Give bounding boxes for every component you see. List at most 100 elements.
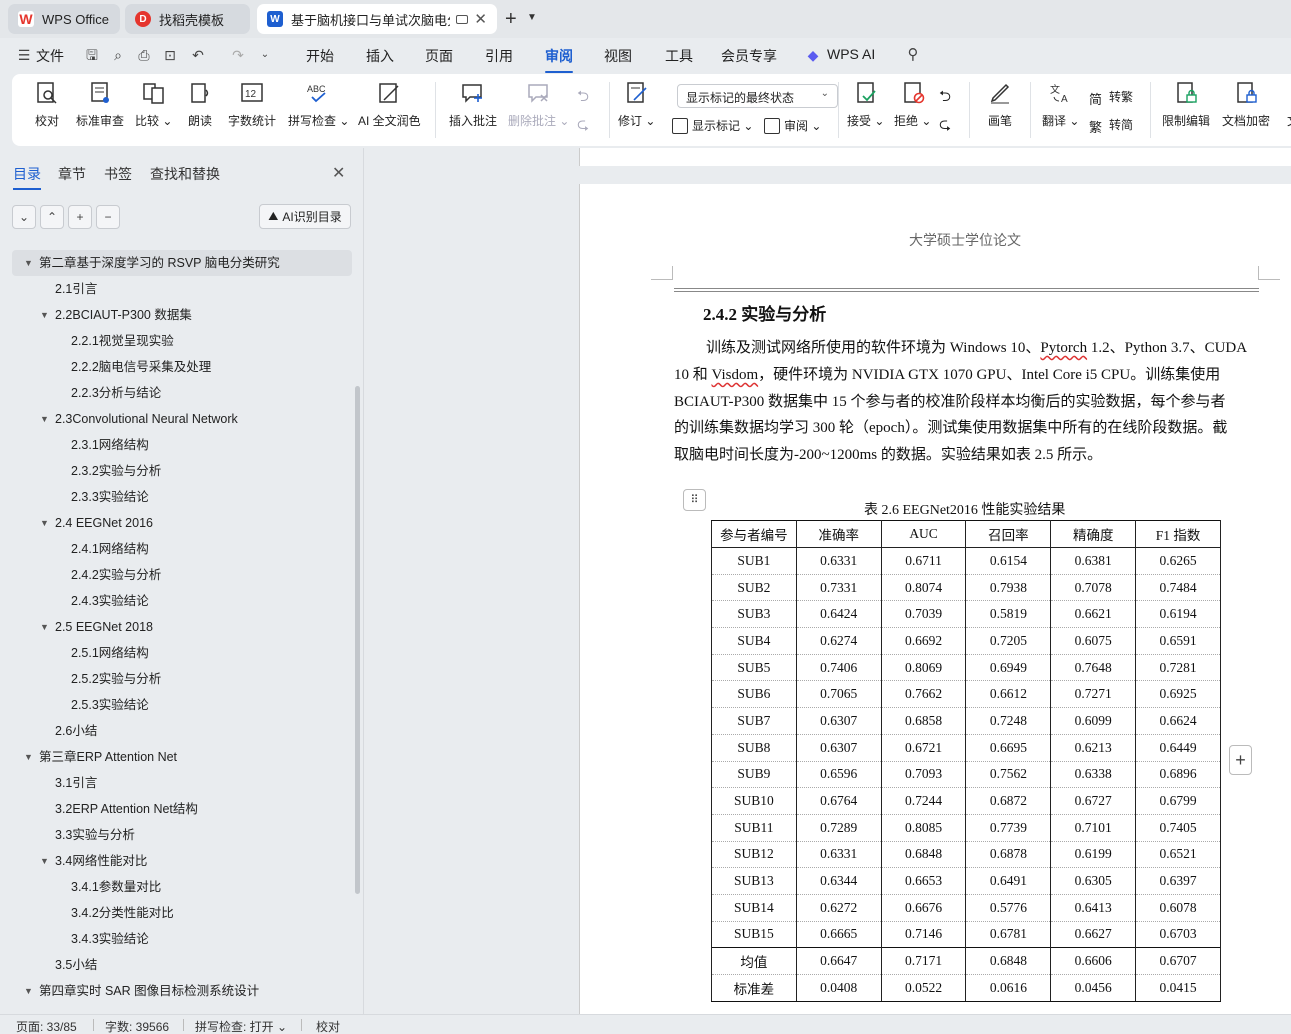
panel-scrollbar[interactable] [355,386,360,894]
ai-toc-button[interactable]: ⛰ AI识别目录 [259,204,351,229]
menu-wps-ai[interactable]: WPS AI [827,46,875,62]
toc-item[interactable]: 2.4.2实验与分析 [0,562,352,588]
tab-wps-office[interactable]: W WPS Office [8,4,120,34]
prev-change-icon[interactable]: ⮌ [939,86,951,111]
proof-status[interactable]: 校对 [316,1018,340,1034]
toc-item[interactable]: 3.4.1参数量对比 [0,874,352,900]
toc-item[interactable]: 2.3.3实验结论 [0,484,352,510]
toc-item[interactable]: 3.3实验与分析 [0,822,352,848]
toc-item[interactable]: 2.6小结 [0,718,352,744]
undo-icon[interactable]: ↶ [190,47,206,63]
format-painter-icon[interactable]: ⌕ [110,47,126,63]
prev-comment-icon[interactable]: ⮌ [577,86,589,111]
remove-heading-button[interactable]: − [96,205,120,229]
panel-tab-chapters[interactable]: 章节 [58,164,86,184]
standard-review-button[interactable]: 标准审查 [76,80,124,129]
translate-button[interactable]: 文A 翻译 ⌄ [1042,80,1079,129]
toc-item[interactable]: 2.2.2脑电信号采集及处理 [0,354,352,380]
read-aloud-button[interactable]: 朗读 [187,80,213,129]
toc-item[interactable]: 3.2ERP Attention Net结构 [0,796,352,822]
close-panel-icon[interactable]: ✕ [332,163,345,183]
expand-triangle-icon[interactable]: ▼ [24,744,33,770]
new-tab-icon[interactable]: + [505,8,517,31]
more-chevron-icon[interactable]: ⌄ [257,47,273,63]
collapse-up-button[interactable]: ⌃ [40,205,64,229]
menu-membership[interactable]: 会员专享 [721,46,777,66]
toc-item[interactable]: ▼ 2.4 EEGNet 2016 [0,510,352,536]
proofread-button[interactable]: 校对 [34,80,60,129]
to-simplified-button[interactable]: 繁 转简 [1089,116,1133,135]
search-icon[interactable]: ⚲ [905,47,921,63]
toc-item[interactable]: 2.5.1网络结构 [0,640,352,666]
word-count-button[interactable]: 12 字数统计 [228,80,276,129]
expand-triangle-icon[interactable]: ▼ [40,614,49,640]
toc-item[interactable]: 3.4.2分类性能对比 [0,900,352,926]
accept-button[interactable]: 接受 ⌄ [847,80,884,129]
tab-document[interactable]: W 基于脑机接口与单试次脑电分 ✕ [257,4,497,34]
review-pane-button[interactable]: 审阅 ⌄ [764,117,821,134]
word-count-status[interactable]: 字数: 39566 [105,1018,169,1034]
menu-reference[interactable]: 引用 [485,46,513,66]
menu-page[interactable]: 页面 [425,46,453,66]
toc-item[interactable]: 3.1引言 [0,770,352,796]
hamburger-icon[interactable]: ☰ [16,47,32,63]
toc-item[interactable]: 2.5.2实验与分析 [0,666,352,692]
toc-item[interactable]: ▼ 第四章实时 SAR 图像目标检测系统设计 [0,978,352,1004]
add-heading-button[interactable]: + [68,205,92,229]
panel-tab-bookmarks[interactable]: 书签 [104,164,132,184]
insert-comment-button[interactable]: 插入批注 [449,80,497,129]
menu-file[interactable]: 文件 [36,46,64,66]
expand-triangle-icon[interactable]: ▼ [24,978,33,1004]
panel-tab-toc[interactable]: 目录 [13,164,41,190]
save-icon[interactable]: 🖫 [84,47,100,63]
expand-triangle-icon[interactable]: ▼ [40,510,49,536]
menu-view[interactable]: 视图 [604,46,632,66]
print-icon[interactable]: ⎙ [136,47,152,63]
toc-item[interactable]: ▼ 2.5 EEGNet 2018 [0,614,352,640]
toc-item[interactable]: 2.1引言 [0,276,352,302]
toc-item[interactable]: 3.5小结 [0,952,352,978]
toc-item[interactable]: ▼ 第三章ERP Attention Net [0,744,352,770]
menu-insert[interactable]: 插入 [366,46,394,66]
tab-docer-templates[interactable]: D 找稻壳模板 [125,4,250,34]
close-tab-icon[interactable]: ✕ [474,10,487,28]
monitor-icon[interactable] [456,14,469,24]
expand-triangle-icon[interactable]: ▼ [40,302,49,328]
toc-item[interactable]: 2.2.1视觉呈现实验 [0,328,352,354]
expand-triangle-icon[interactable]: ▼ [40,848,49,874]
more-ribbon-button[interactable]: 文 [1280,80,1291,129]
expand-triangle-icon[interactable]: ▼ [40,406,49,432]
track-changes-button[interactable]: 修订 ⌄ [618,80,655,129]
toc-item[interactable]: 2.2.3分析与结论 [0,380,352,406]
toc-item[interactable]: 2.4.1网络结构 [0,536,352,562]
toc-item[interactable]: 2.3.2实验与分析 [0,458,352,484]
toc-item[interactable]: 2.3.1网络结构 [0,432,352,458]
table-move-handle[interactable]: ⠿ [683,489,706,511]
page-indicator[interactable]: 页面: 33/85 [16,1018,77,1034]
menu-review[interactable]: 审阅 [545,46,573,73]
expand-down-button[interactable]: ⌄ [12,205,36,229]
print-preview-icon[interactable]: ⊡ [162,47,178,63]
compare-button[interactable]: 比较 ⌄ [135,80,172,129]
toc-item[interactable]: ▼ 2.3Convolutional Neural Network [0,406,352,432]
restrict-editing-button[interactable]: 限制编辑 [1162,80,1210,129]
doc-encrypt-button[interactable]: 文档加密 [1222,80,1270,129]
show-markup-button[interactable]: 显示标记 ⌄ [672,117,753,134]
panel-tab-find-replace[interactable]: 查找和替换 [150,164,220,184]
menu-tools[interactable]: 工具 [665,46,693,66]
to-traditional-button[interactable]: 简 转繁 [1089,88,1133,107]
menu-start[interactable]: 开始 [306,46,334,66]
toc-item[interactable]: 2.4.3实验结论 [0,588,352,614]
redo-icon[interactable]: ↷ [230,47,246,63]
toc-item[interactable]: ▼ 3.4网络性能对比 [0,848,352,874]
toc-item[interactable]: ▼ 第二章基于深度学习的 RSVP 脑电分类研究 [12,250,352,276]
next-comment-icon[interactable]: ⮎ [577,114,589,139]
ink-button[interactable]: 画笔 [987,80,1013,129]
toc-item[interactable]: 2.5.3实验结论 [0,692,352,718]
chevron-down-icon[interactable]: ▼ [527,12,537,23]
add-column-button[interactable]: + [1229,745,1252,775]
markup-display-select[interactable]: 显示标记的最终状态 ⌄ [677,84,838,108]
spell-check-button[interactable]: ABC 拼写检查 ⌄ [288,80,349,129]
delete-comment-button[interactable]: 删除批注 ⌄ [508,80,569,129]
ai-polish-button[interactable]: AI 全文润色 [358,80,421,129]
